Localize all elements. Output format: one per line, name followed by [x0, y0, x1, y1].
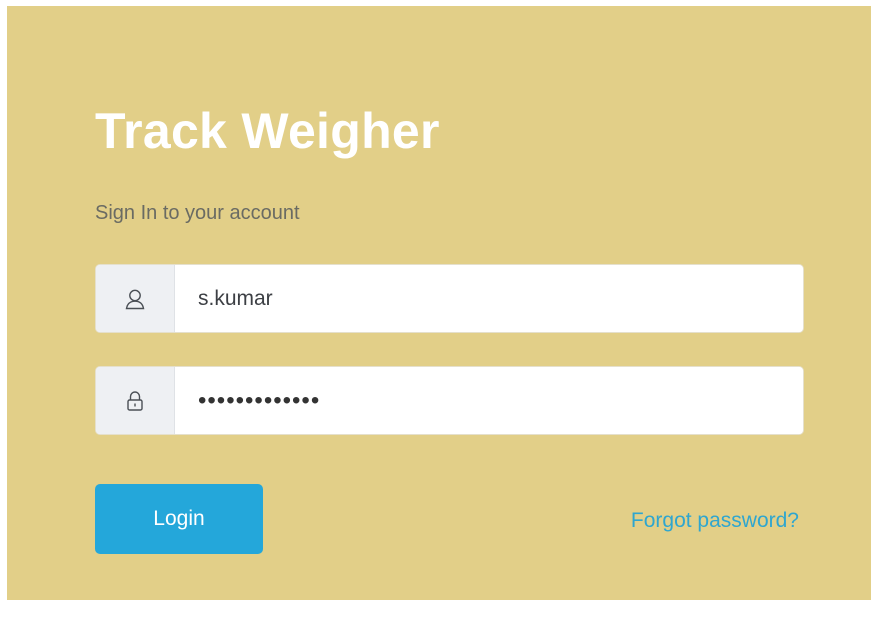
username-input[interactable] [175, 265, 803, 332]
password-input[interactable] [175, 367, 803, 434]
signin-subtitle: Sign In to your account [95, 202, 300, 224]
lock-icon [96, 367, 175, 434]
user-icon [96, 265, 175, 332]
login-button[interactable]: Login [95, 484, 263, 554]
login-card: Track Weigher Sign In to your account Lo… [7, 6, 871, 600]
app-title: Track Weigher [95, 103, 440, 159]
password-input-group [95, 366, 804, 435]
username-input-group [95, 264, 804, 333]
forgot-password-link[interactable]: Forgot password? [631, 509, 799, 533]
